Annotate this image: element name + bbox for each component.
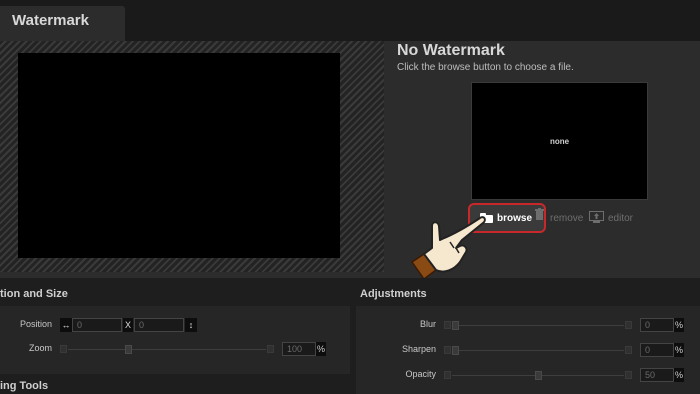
position-size-panel: tion and Size Position ↔ 0 X 0 ↕ Zoom 10… <box>0 278 350 394</box>
blur-input[interactable]: 0 <box>640 318 674 332</box>
zoom-slider[interactable] <box>60 344 274 354</box>
pointing-hand-icon <box>410 216 486 281</box>
settings-area: tion and Size Position ↔ 0 X 0 ↕ Zoom 10… <box>0 278 700 394</box>
watermark-hint: Click the browse button to choose a file… <box>397 62 574 73</box>
adjustments-panel: Adjustments Blur 0 % Sharpen 0 % Opacity <box>356 278 700 394</box>
position-label: Position <box>19 319 52 329</box>
position-x-input[interactable]: 0 <box>72 318 122 332</box>
editor-icon[interactable] <box>589 211 604 223</box>
browse-label: browse <box>497 212 533 224</box>
trash-icon[interactable] <box>535 208 544 220</box>
tab-watermark[interactable]: Watermark <box>0 6 125 41</box>
watermark-panel: No Watermark Click the browse button to … <box>0 41 700 278</box>
opacity-slider[interactable] <box>444 370 632 380</box>
sharpen-input[interactable]: 0 <box>640 343 674 357</box>
top-bar: Watermark <box>0 0 700 41</box>
watermark-preview-text: none <box>549 137 570 146</box>
sharpen-label: Sharpen <box>401 344 436 354</box>
preview-canvas <box>18 53 340 258</box>
zoom-label: Zoom <box>28 343 52 353</box>
tab-label: Watermark <box>12 12 89 29</box>
position-y-input[interactable]: 0 <box>134 318 184 332</box>
opacity-slider-thumb[interactable] <box>535 371 542 380</box>
sharpen-slider[interactable] <box>444 345 632 355</box>
adjustments-heading: Adjustments <box>360 288 427 300</box>
editor-button[interactable]: editor <box>608 213 633 224</box>
zoom-unit: % <box>316 342 326 356</box>
watermark-actions: browse remove editor <box>468 201 658 233</box>
blur-label: Blur <box>419 319 436 329</box>
zoom-slider-thumb[interactable] <box>125 345 132 354</box>
adjustments-body: Blur 0 % Sharpen 0 % Opacity 50 % <box>356 306 700 394</box>
vertical-arrows-icon: ↕ <box>185 318 197 332</box>
blur-unit: % <box>674 318 684 332</box>
tools-heading: ing Tools <box>0 380 49 392</box>
blur-slider[interactable] <box>444 320 632 330</box>
opacity-unit: % <box>674 368 684 382</box>
horizontal-arrows-icon: ↔ <box>60 318 72 332</box>
watermark-thumbnail: none <box>471 82 648 200</box>
sharpen-unit: % <box>674 343 684 357</box>
opacity-input[interactable]: 50 <box>640 368 674 382</box>
blur-slider-thumb[interactable] <box>452 321 459 330</box>
video-preview <box>0 41 384 272</box>
position-size-body: Position ↔ 0 X 0 ↕ Zoom 100 % <box>0 306 350 374</box>
zoom-input[interactable]: 100 <box>282 342 316 356</box>
remove-button[interactable]: remove <box>550 213 583 224</box>
x-separator: X <box>123 318 133 332</box>
watermark-title: No Watermark <box>397 42 505 59</box>
position-size-heading: tion and Size <box>0 288 68 300</box>
sharpen-slider-thumb[interactable] <box>452 346 459 355</box>
opacity-label: Opacity <box>405 369 436 379</box>
